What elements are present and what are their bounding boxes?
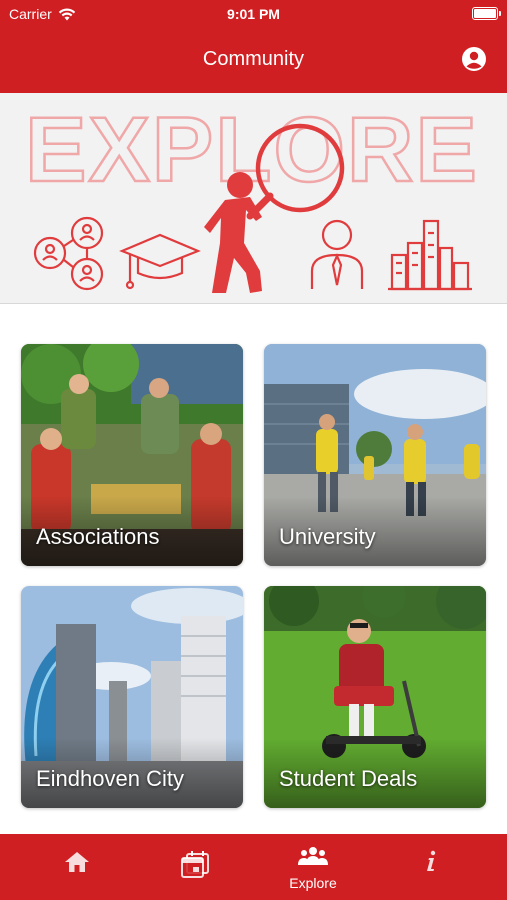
explore-illustration: EXPLORE: [24, 98, 478, 293]
profile-icon[interactable]: [461, 46, 487, 72]
network-icon: [33, 216, 104, 291]
status-time: 9:01 PM: [227, 6, 280, 22]
battery-icon: [472, 7, 501, 20]
tile-associations[interactable]: Associations: [21, 344, 243, 566]
home-icon: [65, 852, 89, 872]
tab-explore[interactable]: Explore: [250, 834, 376, 900]
explore-banner: EXPLORE: [0, 93, 507, 304]
tab-label-explore: Explore: [289, 875, 337, 891]
navigation-bar: Community: [0, 30, 507, 93]
tile-label-university: University: [279, 524, 376, 549]
tab-calendar[interactable]: [132, 834, 258, 900]
explore-grid: Associations University Eindhoven City S…: [0, 304, 507, 834]
tile-university[interactable]: University: [264, 344, 486, 566]
tile-label-student-deals: Student Deals: [279, 766, 418, 791]
people-icon: [298, 847, 328, 865]
tile-label-associations: Associations: [36, 524, 160, 549]
person-icon: [310, 219, 364, 289]
tile-student-deals[interactable]: Student Deals: [264, 586, 486, 808]
tile-eindhoven-city[interactable]: Eindhoven City: [21, 586, 243, 808]
tile-label-eindhoven-city: Eindhoven City: [36, 766, 184, 791]
info-icon: [427, 850, 436, 871]
city-skyline-icon: [388, 219, 472, 291]
tab-bar: Explore: [0, 834, 507, 900]
tab-info[interactable]: [368, 834, 494, 900]
tab-home[interactable]: [14, 834, 140, 900]
graduation-cap-icon: [119, 233, 201, 290]
calendar-icon: [181, 851, 209, 878]
status-bar: Carrier 9:01 PM: [0, 0, 507, 30]
page-title: Community: [202, 48, 305, 70]
